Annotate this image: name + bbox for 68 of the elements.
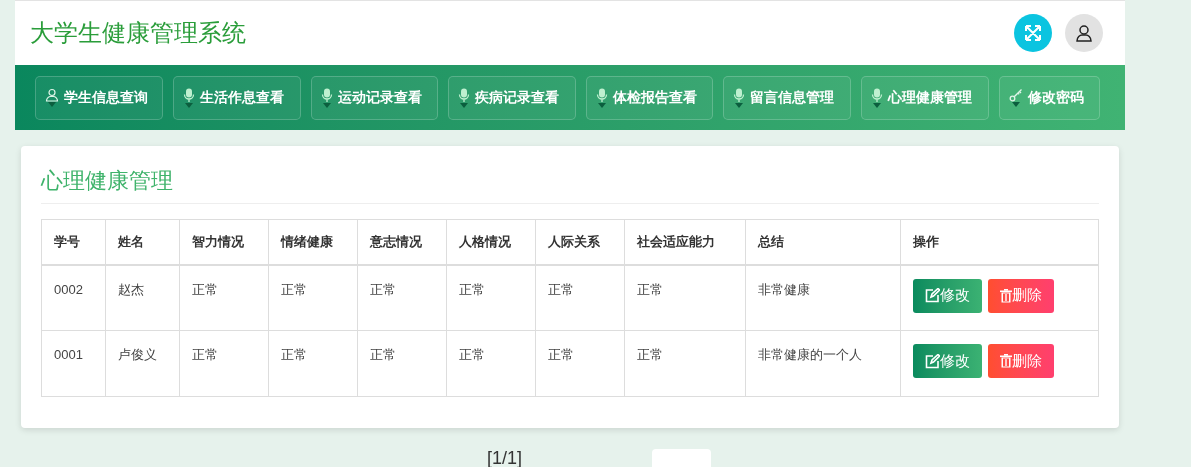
delete-button[interactable]: 删除: [988, 278, 1054, 313]
fullscreen-button[interactable]: [1014, 14, 1052, 52]
edit-button[interactable]: 修改: [913, 344, 982, 378]
table-cell: 正常: [268, 264, 358, 331]
caret-icon: [460, 102, 468, 108]
microphone-icon: [183, 87, 195, 103]
column-header: 情绪健康: [268, 219, 358, 265]
caret-icon: [735, 102, 743, 108]
table-cell: 正常: [624, 264, 746, 331]
nav-menu-item[interactable]: 修改密码: [999, 75, 1100, 120]
page-input[interactable]: [652, 449, 712, 467]
nav-menu-item[interactable]: 留言信息管理: [723, 75, 851, 120]
table-cell: 赵杰: [105, 264, 180, 331]
column-header: 人格情况: [446, 219, 536, 265]
table-cell: 卢俊义: [105, 330, 180, 397]
column-header: 操作: [900, 219, 1099, 265]
delete-button[interactable]: 删除: [988, 344, 1054, 378]
table-cell: 正常: [535, 264, 625, 331]
caret-icon: [185, 102, 193, 108]
column-header: 总结: [745, 219, 901, 265]
user-icon: [45, 88, 59, 102]
table-cell: 0002: [41, 264, 106, 331]
table-cell: 正常: [446, 330, 536, 397]
nav-menu-item[interactable]: 生活作息查看: [173, 75, 301, 120]
microphone-icon: [458, 87, 470, 103]
caret-icon: [1012, 102, 1020, 107]
edit-button[interactable]: 修改: [913, 278, 982, 313]
microphone-icon: [871, 87, 883, 103]
column-header: 学号: [41, 219, 106, 265]
site-title: 大学生健康管理系统: [30, 18, 246, 48]
user-icon: [1075, 24, 1093, 42]
table-cell: 非常健康: [745, 264, 901, 331]
user-button[interactable]: [1065, 14, 1103, 52]
column-header: 姓名: [105, 219, 180, 265]
column-header: 意志情况: [357, 219, 447, 265]
nav-menu-item[interactable]: 学生信息查询: [35, 75, 163, 120]
nav-menu-item[interactable]: 体检报告查看: [586, 75, 713, 120]
edit-icon: [925, 353, 940, 369]
microphone-icon: [321, 87, 333, 103]
nav-menu-item[interactable]: 心理健康管理: [861, 75, 989, 120]
table-cell: 正常: [179, 330, 269, 397]
column-header: 人际关系: [535, 219, 625, 265]
column-header: 智力情况: [179, 219, 269, 265]
table-cell: 正常: [624, 330, 746, 397]
table-cell: 正常: [357, 330, 447, 397]
edit-icon: [925, 288, 940, 303]
table-cell: 正常: [179, 264, 269, 331]
caret-icon: [598, 102, 606, 108]
caret-icon: [48, 102, 56, 107]
table-cell: 正常: [268, 330, 358, 397]
microphone-icon: [596, 87, 608, 103]
caret-icon: [323, 102, 331, 108]
nav-menu-item[interactable]: 疾病记录查看: [448, 75, 576, 120]
trash-icon: [1000, 354, 1012, 368]
table-cell: 0001: [41, 330, 106, 397]
table-cell: 正常: [446, 264, 536, 331]
microphone-icon: [733, 87, 745, 103]
table-cell: 正常: [535, 330, 625, 397]
expand-icon: [1024, 24, 1042, 42]
trash-icon: [1000, 288, 1012, 303]
panel-title: 心理健康管理: [41, 164, 1099, 204]
column-header: 社会适应能力: [624, 219, 746, 265]
nav-menu-item[interactable]: 运动记录查看: [311, 75, 438, 120]
page-indicator: [1/1]: [487, 449, 523, 467]
key-icon: [1009, 88, 1023, 102]
table-cell: 正常: [357, 264, 447, 331]
caret-icon: [873, 102, 881, 108]
table-cell: 非常健康的一个人: [745, 330, 901, 397]
